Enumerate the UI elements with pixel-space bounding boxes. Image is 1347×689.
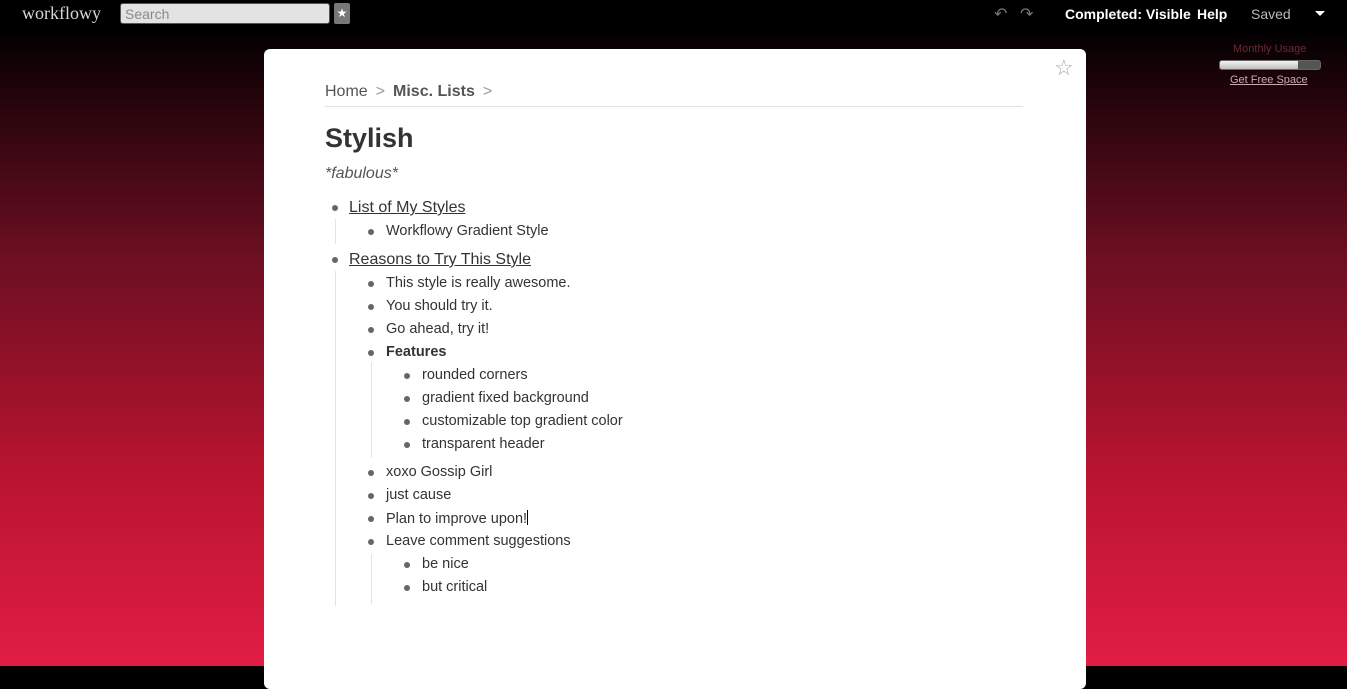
bullet[interactable] <box>368 327 374 333</box>
list-item-text[interactable]: Plan to improve upon! <box>386 511 527 527</box>
indent-guide <box>371 362 372 458</box>
bullet[interactable] <box>368 281 374 287</box>
indent-guide <box>335 219 336 244</box>
bullet[interactable] <box>332 205 338 211</box>
bullet[interactable] <box>404 442 410 448</box>
list-item[interactable]: but critical <box>422 579 487 595</box>
list-item[interactable]: Workflowy Gradient Style <box>386 223 549 239</box>
bullet[interactable] <box>368 304 374 310</box>
menu-chevron-down-icon[interactable] <box>1315 11 1325 16</box>
text-cursor <box>527 510 529 525</box>
top-bar: workflowy ★ ↶ ↷ Completed: Visible Help … <box>0 0 1347 28</box>
list-item[interactable]: be nice <box>422 556 469 572</box>
help-link[interactable]: Help <box>1197 6 1227 22</box>
list-item[interactable]: transparent header <box>422 436 545 452</box>
redo-icon[interactable]: ↷ <box>1020 4 1033 24</box>
monthly-usage-bar <box>1219 60 1321 70</box>
bullet[interactable] <box>368 229 374 235</box>
breadcrumb-misc-lists[interactable]: Misc. Lists <box>393 83 475 100</box>
page-title[interactable]: Stylish <box>325 123 414 154</box>
indent-guide <box>335 271 336 606</box>
bullet[interactable] <box>404 419 410 425</box>
breadcrumb-separator: > <box>375 83 386 100</box>
get-free-space-link[interactable]: Get Free Space <box>1230 74 1308 86</box>
page-note[interactable]: *fabulous* <box>325 165 398 183</box>
saved-status: Saved <box>1251 6 1291 22</box>
bullet[interactable] <box>404 562 410 568</box>
indent-guide <box>371 554 372 604</box>
bullet[interactable] <box>332 257 338 263</box>
bullet[interactable] <box>368 516 374 522</box>
monthly-usage-fill <box>1220 61 1298 69</box>
list-item-editing[interactable]: Plan to improve upon! <box>386 510 529 527</box>
bullet[interactable] <box>404 373 410 379</box>
list-item[interactable]: This style is really awesome. <box>386 275 571 291</box>
breadcrumb-separator: > <box>482 83 493 100</box>
list-item[interactable]: You should try it. <box>386 298 493 314</box>
list-item[interactable]: rounded corners <box>422 367 528 383</box>
completed-toggle[interactable]: Completed: Visible <box>1065 6 1191 22</box>
monthly-usage-label: Monthly Usage <box>1233 43 1307 55</box>
starred-star-icon[interactable]: ★ <box>334 3 350 24</box>
bullet[interactable] <box>368 470 374 476</box>
star-page-icon[interactable]: ☆ <box>1054 57 1074 79</box>
bullet[interactable] <box>368 350 374 356</box>
breadcrumb-home[interactable]: Home <box>325 83 368 100</box>
list-item[interactable]: List of My Styles <box>349 199 465 217</box>
bullet[interactable] <box>368 539 374 545</box>
workflowy-logo[interactable]: workflowy <box>22 3 101 24</box>
list-item[interactable]: Leave comment suggestions <box>386 533 571 549</box>
bullet[interactable] <box>404 585 410 591</box>
breadcrumb: Home > Misc. Lists > <box>325 83 1023 107</box>
list-item[interactable]: gradient fixed background <box>422 390 589 406</box>
bullet[interactable] <box>368 493 374 499</box>
list-item[interactable]: Features <box>386 344 446 360</box>
list-item[interactable]: customizable top gradient color <box>422 413 623 429</box>
bullet[interactable] <box>404 396 410 402</box>
list-item[interactable]: xoxo Gossip Girl <box>386 464 492 480</box>
list-item[interactable]: Reasons to Try This Style <box>349 251 531 269</box>
list-item[interactable]: just cause <box>386 487 451 503</box>
undo-icon[interactable]: ↶ <box>994 4 1007 24</box>
search-input[interactable] <box>120 3 330 24</box>
list-item[interactable]: Go ahead, try it! <box>386 321 489 337</box>
document-page: ☆ Home > Misc. Lists > Stylish *fabulous* L… <box>264 49 1086 689</box>
